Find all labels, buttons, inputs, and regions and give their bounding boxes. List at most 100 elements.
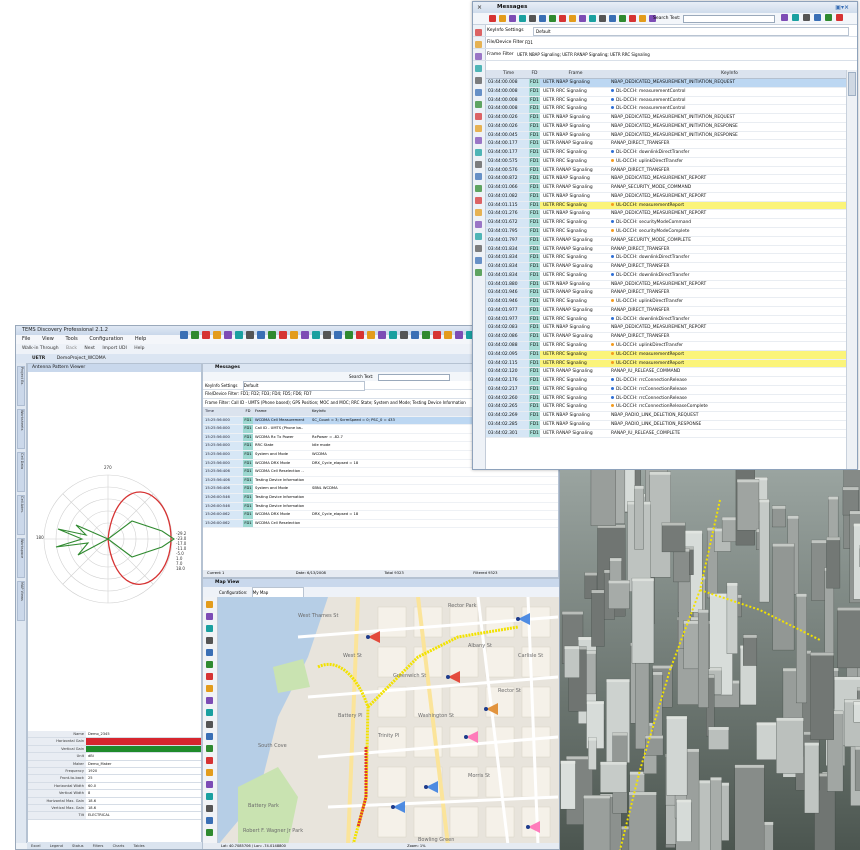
vertical-scrollbar[interactable] — [846, 70, 857, 469]
table-row[interactable]: 15:26:00:062 FD1 WCDMA DRX Mode DRX_Cycle_e… — [203, 511, 558, 520]
table-row[interactable]: 03:44:02.083 FD1 UETR NBAP Signaling NBAP_D… — [486, 324, 848, 334]
prop-value[interactable]: ELECTRICAL — [86, 812, 201, 818]
table-row[interactable]: 03:44:02.285 FD1 UETR NBAP Signaling NBAP_R… — [486, 420, 848, 430]
sidebar-tab-worksheets[interactable]: Worksheets — [17, 409, 25, 449]
map-tool-icon[interactable] — [206, 733, 213, 740]
table-row[interactable]: 03:44:00.872 FD1 UETR NBAP Signaling NBAP_D… — [486, 175, 848, 185]
vertical-gain-swatch[interactable] — [86, 745, 201, 753]
map-tool-icon[interactable] — [206, 625, 213, 632]
table-row[interactable]: 03:44:01.880 FD1 UETR NBAP Signaling NBAP_D… — [486, 280, 848, 290]
table-row[interactable]: 03:44:02.269 FD1 UETR NBAP Signaling NBAP_R… — [486, 412, 848, 421]
sidebar-tab-celladm[interactable]: Cell Adm. — [17, 495, 25, 535]
table-row[interactable]: 03:44:02.120 FD1 UETR RANAP Signaling RANAP… — [486, 368, 848, 378]
table-row[interactable]: 03:44:01.672 FD1 UETR RRC Signaling DL-DCCH… — [486, 219, 848, 229]
side-tool-icon[interactable] — [475, 209, 482, 216]
col-frame[interactable]: Frame — [253, 408, 310, 416]
table-row[interactable]: 15:25:56:406 FD1 Testing Device Informatio… — [203, 476, 558, 486]
help-button[interactable]: Help — [134, 346, 144, 351]
prop-value[interactable]: 60.0 — [86, 783, 201, 789]
bottom-tab-filters[interactable]: Filters — [93, 844, 104, 848]
sidebar-tab-project[interactable]: Project Ex. — [17, 366, 25, 406]
prop-value[interactable]: Demo_Maker — [86, 761, 201, 767]
table-row[interactable]: 03:44:00.576 FD1 UETR RANAP Signaling RANAP… — [486, 166, 848, 176]
toolbar-tool-icon[interactable] — [235, 331, 243, 339]
window-menu-icon[interactable]: ▣▾× — [835, 2, 849, 13]
table-row[interactable]: 03:44:00.575 FD1 UETR RRC Signaling UL-DCCH… — [486, 157, 848, 167]
map-tool-icon[interactable] — [206, 709, 213, 716]
sidebar-tab-mapviews[interactable]: MAP Views — [17, 581, 25, 621]
side-tool-icon[interactable] — [475, 233, 482, 240]
table-row[interactable]: 03:44:02.217 FD1 UETR RRC Signaling DL-DCCH… — [486, 385, 848, 395]
search-option-icon[interactable] — [836, 14, 843, 21]
table-row[interactable]: 03:44:00.008 FD1 UETR RRC Signaling DL-DCCH… — [486, 96, 848, 106]
prop-value[interactable]: 1920 — [86, 768, 201, 774]
table-row[interactable]: 03:44:00.177 FD1 UETR RRC Signaling DL-DCCH… — [486, 149, 848, 158]
map-tool-icon[interactable] — [206, 661, 213, 668]
toolbar-tool-icon[interactable] — [312, 331, 320, 339]
cell-site-dot[interactable] — [446, 675, 450, 679]
prop-value[interactable]: dBi — [86, 753, 201, 759]
menu-view[interactable]: View — [42, 336, 54, 342]
table-row[interactable]: 03:44:01.082 FD1 UETR NBAP Signaling NBAP_D… — [486, 192, 848, 202]
table-row[interactable]: 03:44:01.834 FD1 UETR RRC Signaling DL-DCCH… — [486, 271, 848, 281]
toolbar-tool-icon[interactable] — [367, 331, 375, 339]
side-tool-icon[interactable] — [475, 65, 482, 72]
map-tool-icon[interactable] — [206, 745, 213, 752]
bottom-tab-status[interactable]: Status — [72, 844, 83, 848]
messages-tool-icon[interactable] — [599, 15, 606, 22]
map-tool-icon[interactable] — [206, 781, 213, 788]
prop-value[interactable]: 25 — [86, 775, 201, 781]
table-row[interactable]: 03:44:02.176 FD1 UETR RRC Signaling DL-DCCH… — [486, 377, 848, 386]
toolbar-tool-icon[interactable] — [378, 331, 386, 339]
menu-file[interactable]: File — [22, 336, 30, 342]
col-fd[interactable]: FD — [243, 408, 253, 416]
toolbar-tool-icon[interactable] — [180, 331, 188, 339]
tab-demoproject[interactable]: DemoProject_WCDMA — [57, 356, 106, 361]
messages-tool-icon[interactable] — [509, 15, 516, 22]
map-tool-icon[interactable] — [206, 829, 213, 836]
toolbar-tool-icon[interactable] — [433, 331, 441, 339]
map-tools-icons[interactable] — [203, 597, 217, 850]
messages-tool-icon[interactable] — [569, 15, 576, 22]
toolbar-tool-icon[interactable] — [345, 331, 353, 339]
table-row[interactable]: 03:44:01.946 FD1 UETR RRC Signaling UL-DCCH… — [486, 298, 848, 307]
menu-tools[interactable]: Tools — [65, 336, 77, 342]
map-tool-icon[interactable] — [206, 805, 213, 812]
messages-tool-icon[interactable] — [629, 15, 636, 22]
table-row[interactable]: 03:44:01.977 FD1 UETR RRC Signaling DL-DCCH… — [486, 315, 848, 325]
map-tool-icon[interactable] — [206, 613, 213, 620]
toolbar-tool-icon[interactable] — [279, 331, 287, 339]
table-row[interactable]: 03:44:02.095 FD1 UETR RRC Signaling UL-DCCH… — [486, 350, 848, 360]
map-tool-icon[interactable] — [206, 673, 213, 680]
search-option-icon[interactable] — [792, 14, 799, 21]
table-row[interactable]: 03:44:02.086 FD1 UETR RANAP Signaling RANAP… — [486, 333, 848, 342]
messages-tool-icon[interactable] — [619, 15, 626, 22]
bottom-tab-legend[interactable]: Legend — [50, 844, 63, 848]
col-time[interactable]: Time — [486, 70, 529, 78]
table-row[interactable]: 03:44:02.301 FD1 UETR RANAP Signaling RANAP… — [486, 429, 848, 439]
messages-tool-icon[interactable] — [559, 15, 566, 22]
side-tool-icon[interactable] — [475, 245, 482, 252]
tab-uetr[interactable]: UETR — [32, 356, 45, 361]
table-row[interactable]: 03:44:00.026 FD1 UETR NBAP Signaling NBAP_D… — [486, 122, 848, 132]
sidebar-tab-workspace[interactable]: Workspace — [17, 538, 25, 578]
col-time[interactable]: Time — [203, 408, 243, 416]
map-tool-icon[interactable] — [206, 637, 213, 644]
side-tool-icon[interactable] — [475, 137, 482, 144]
col-fd[interactable]: FD — [529, 70, 540, 78]
device-filter-value[interactable]: FD1 — [523, 39, 849, 46]
table-row[interactable]: 03:44:02.088 FD1 UETR RRC Signaling UL-DCCH… — [486, 341, 848, 351]
side-tool-icon[interactable] — [475, 257, 482, 264]
map-tool-icon[interactable] — [206, 601, 213, 608]
toolbar-tool-icon[interactable] — [400, 331, 408, 339]
search-input[interactable] — [377, 373, 450, 381]
cell-site-dot[interactable] — [464, 735, 468, 739]
table-row[interactable]: 15:25:56:406 FD1 System and Mode SBNL WCDMA — [203, 485, 558, 494]
search-option-icon[interactable] — [825, 14, 832, 21]
side-tool-icon[interactable] — [475, 77, 482, 84]
toolbar-tool-icon[interactable] — [191, 331, 199, 339]
menu-help[interactable]: Help — [135, 336, 146, 342]
side-tool-icon[interactable] — [475, 197, 482, 204]
table-row[interactable]: 03:44:00.008 FD1 UETR RRC Signaling DL-DCCH… — [486, 105, 848, 115]
toolbar-tool-icon[interactable] — [213, 331, 221, 339]
